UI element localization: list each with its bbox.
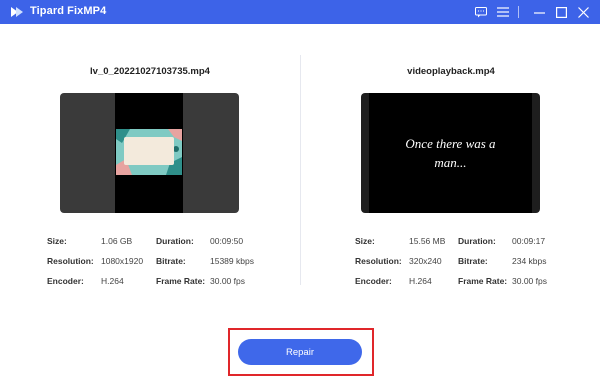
app-title: Tipard FixMP4	[30, 5, 107, 17]
left-size-value: 1.06 GB	[101, 236, 133, 246]
left-resolution-label: Resolution:	[47, 256, 94, 266]
left-resolution-value: 1080x1920	[101, 256, 144, 266]
right-video-caption: Once there was a man...	[401, 134, 501, 172]
left-duration-value: 00:09:50	[210, 236, 244, 246]
left-framerate-label: Frame Rate:	[156, 276, 206, 286]
right-framerate-value: 30.00 fps	[512, 276, 547, 286]
right-video-panel: videoplayback.mp4 Once there was a man..…	[301, 24, 600, 324]
app-logo-icon	[11, 7, 23, 17]
right-bitrate-value: 234 kbps	[512, 256, 547, 266]
title-bar: Tipard FixMP4	[0, 0, 600, 24]
left-size-label: Size:	[47, 236, 67, 246]
left-video-panel: lv_0_20221027103735.mp4 Size: 1.06 GB Du…	[0, 24, 300, 324]
right-duration-label: Duration:	[458, 236, 496, 246]
left-video-preview	[60, 93, 239, 213]
right-video-frame: Once there was a man...	[369, 93, 532, 213]
minimize-icon[interactable]	[530, 3, 548, 21]
left-encoder-value: H.264	[101, 276, 124, 286]
right-resolution-value: 320x240	[409, 256, 442, 266]
caption-line-1: Once there was a	[405, 136, 496, 151]
right-file-name: videoplayback.mp4	[407, 66, 495, 77]
left-file-name: lv_0_20221027103735.mp4	[90, 66, 210, 77]
left-video-thumbnail	[116, 129, 182, 175]
right-encoder-value: H.264	[409, 276, 432, 286]
titlebar-separator	[518, 6, 519, 18]
caption-line-2: man...	[434, 155, 467, 170]
chat-icon[interactable]	[472, 3, 490, 21]
right-encoder-label: Encoder:	[355, 276, 392, 286]
left-bitrate-label: Bitrate:	[156, 256, 186, 266]
right-duration-value: 00:09:17	[512, 236, 546, 246]
right-size-label: Size:	[355, 236, 375, 246]
right-framerate-label: Frame Rate:	[458, 276, 508, 286]
left-duration-label: Duration:	[156, 236, 194, 246]
right-video-preview: Once there was a man...	[361, 93, 540, 213]
close-icon[interactable]	[574, 3, 592, 21]
right-bitrate-label: Bitrate:	[458, 256, 488, 266]
maximize-icon[interactable]	[552, 3, 570, 21]
right-size-value: 15.56 MB	[409, 236, 446, 246]
menu-icon[interactable]	[494, 3, 512, 21]
left-framerate-value: 30.00 fps	[210, 276, 245, 286]
left-encoder-label: Encoder:	[47, 276, 84, 286]
left-bitrate-value: 15389 kbps	[210, 256, 254, 266]
repair-button[interactable]: Repair	[238, 339, 362, 365]
right-resolution-label: Resolution:	[355, 256, 402, 266]
